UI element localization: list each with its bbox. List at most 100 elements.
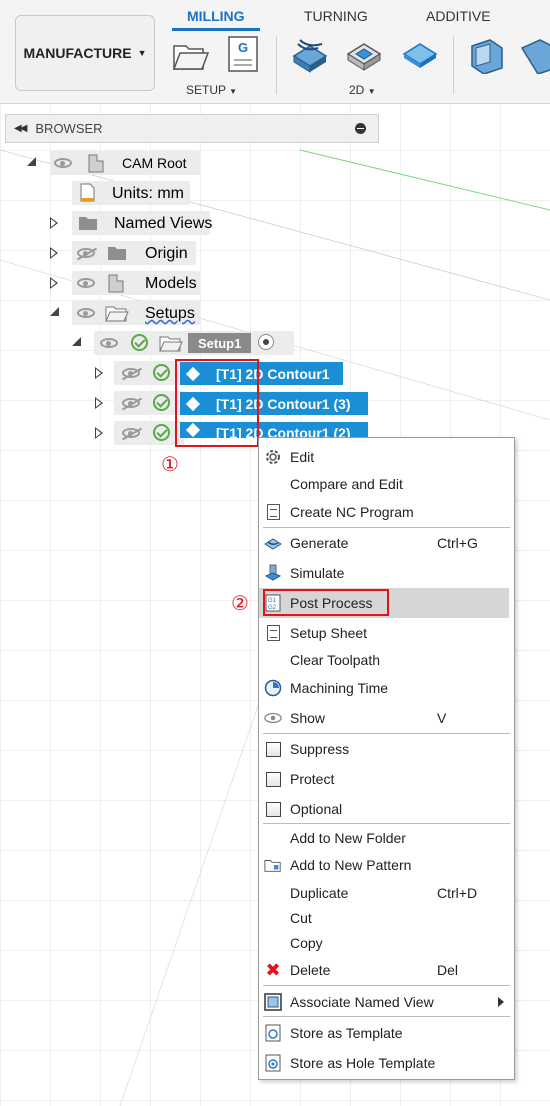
menu-item-cut[interactable]: Cut — [259, 905, 514, 931]
tab-additive[interactable]: ADDITIVE — [426, 8, 491, 24]
menu-item-label: Setup Sheet — [290, 625, 368, 641]
menu-item-delete[interactable]: ✖ Delete Del — [259, 957, 514, 983]
hole-template-icon — [264, 1054, 282, 1072]
menu-item-add-to-new-pattern[interactable]: Add to New Pattern — [259, 852, 514, 878]
menu-item-show[interactable]: Show V — [259, 705, 514, 731]
eye-hidden-icon[interactable] — [77, 248, 95, 258]
menu-item-store-as-hole-template[interactable]: Store as Hole Template — [259, 1050, 514, 1076]
menu-item-edit[interactable]: Edit — [259, 444, 514, 470]
checkbox-icon — [264, 800, 282, 818]
expand-triangle-icon[interactable] — [72, 337, 81, 346]
2d-group-dropdown[interactable]: 2D ▼ — [349, 83, 376, 97]
eye-icon — [264, 709, 282, 727]
checkbox-icon — [264, 740, 282, 758]
nc-program-icon[interactable]: G — [224, 34, 264, 74]
expand-triangle-icon[interactable] — [27, 157, 36, 166]
valid-check-icon — [153, 394, 170, 411]
eye-hidden-icon[interactable] — [122, 398, 140, 408]
minimize-icon[interactable] — [355, 123, 366, 134]
2d-pocket-icon[interactable] — [344, 34, 384, 74]
menu-item-label: Delete — [290, 962, 331, 978]
workspace-dropdown[interactable]: MANUFACTURE ▼ — [15, 15, 155, 91]
menu-item-compare-and-edit[interactable]: Compare and Edit — [259, 471, 514, 497]
gear-icon — [264, 448, 282, 466]
menu-item-label: Store as Hole Template — [290, 1055, 436, 1071]
toolbar-divider — [453, 36, 454, 94]
submenu-arrow-icon — [498, 997, 504, 1007]
annotation-step-1: ① — [161, 452, 179, 476]
units-label: Units: mm — [112, 185, 184, 202]
tab-turning[interactable]: TURNING — [304, 8, 368, 24]
menu-item-create-nc-program[interactable]: Create NC Program — [259, 499, 514, 525]
menu-item-label: Add to New Folder — [290, 830, 406, 846]
menu-item-shortcut: Del — [437, 962, 459, 978]
menu-separator — [263, 733, 510, 734]
highlight-selection-box — [175, 359, 259, 447]
menu-item-add-to-new-folder[interactable]: Add to New Folder — [259, 825, 514, 851]
expand-triangle-icon[interactable] — [50, 277, 58, 289]
setup-group-dropdown[interactable]: SETUP ▼ — [186, 83, 237, 97]
chevron-down-icon: ▼ — [229, 87, 238, 96]
setup-folder-icon[interactable] — [170, 34, 210, 74]
menu-item-label: Edit — [290, 449, 315, 465]
context-menu: Edit Compare and Edit Create NC Program … — [258, 437, 515, 1080]
chevron-down-icon: ▼ — [367, 87, 376, 96]
eye-hidden-icon[interactable] — [122, 428, 140, 438]
expand-triangle-icon[interactable] — [95, 367, 103, 379]
menu-item-label: Copy — [290, 935, 323, 951]
setups-folder-icon — [105, 306, 129, 322]
menu-item-label: Simulate — [290, 565, 345, 581]
named-view-icon — [264, 993, 282, 1011]
3d-pocket-icon[interactable] — [516, 34, 550, 74]
expand-triangle-icon[interactable] — [95, 427, 103, 439]
svg-text:G: G — [238, 40, 248, 55]
menu-separator — [263, 985, 510, 986]
cam-root-label: CAM Root — [122, 155, 187, 171]
expand-triangle-icon[interactable] — [50, 247, 58, 259]
tab-milling[interactable]: MILLING — [187, 8, 245, 24]
eye-hidden-icon[interactable] — [122, 368, 140, 378]
pattern-icon — [264, 856, 282, 874]
menu-item-shortcut: Ctrl+G — [437, 535, 478, 551]
menu-item-store-as-template[interactable]: Store as Template — [259, 1020, 514, 1046]
setup-folder-icon — [159, 336, 183, 352]
eye-icon[interactable] — [54, 158, 72, 168]
menu-item-machining-time[interactable]: Machining Time — [259, 675, 514, 701]
cam-root-icon — [88, 154, 104, 173]
toolbar: MANUFACTURE ▼ MILLING TURNING ADDITIVE G… — [0, 0, 550, 104]
folder-icon — [108, 247, 126, 260]
chevron-down-icon: ▼ — [137, 48, 147, 58]
generate-icon — [264, 534, 282, 552]
menu-item-suppress[interactable]: Suppress — [259, 736, 514, 762]
menu-item-generate[interactable]: Generate Ctrl+G — [259, 530, 514, 556]
menu-item-label: Cut — [290, 910, 312, 926]
menu-item-duplicate[interactable]: Duplicate Ctrl+D — [259, 880, 514, 906]
menu-item-label: Show — [290, 710, 326, 726]
activate-radio-icon[interactable] — [258, 334, 274, 350]
models-icon — [108, 274, 124, 293]
expand-triangle-icon[interactable] — [95, 397, 103, 409]
eye-icon[interactable] — [77, 278, 95, 288]
collapse-browser-icon[interactable]: ◀◀ — [14, 123, 27, 134]
eye-icon[interactable] — [100, 338, 118, 348]
menu-item-simulate[interactable]: Simulate — [259, 560, 514, 586]
menu-item-copy[interactable]: Copy — [259, 930, 514, 956]
menu-item-label: Machining Time — [290, 680, 389, 696]
nc-program-icon — [264, 503, 282, 521]
simulate-icon — [264, 564, 282, 582]
menu-item-setup-sheet[interactable]: Setup Sheet — [259, 620, 514, 646]
menu-item-clear-toolpath[interactable]: Clear Toolpath — [259, 647, 514, 673]
setup-sheet-icon — [264, 624, 282, 642]
3d-adaptive-icon[interactable] — [466, 34, 506, 74]
face-icon[interactable] — [400, 34, 440, 74]
2d-adaptive-icon[interactable] — [290, 34, 330, 74]
menu-item-optional[interactable]: Optional — [259, 796, 514, 822]
menu-item-associate-named-view[interactable]: Associate Named View — [259, 989, 514, 1015]
menu-separator — [263, 823, 510, 824]
active-tab-indicator — [172, 28, 260, 31]
menu-separator — [263, 527, 510, 528]
expand-triangle-icon[interactable] — [50, 307, 59, 316]
menu-item-protect[interactable]: Protect — [259, 766, 514, 792]
eye-icon[interactable] — [77, 308, 95, 318]
expand-triangle-icon[interactable] — [50, 217, 58, 229]
